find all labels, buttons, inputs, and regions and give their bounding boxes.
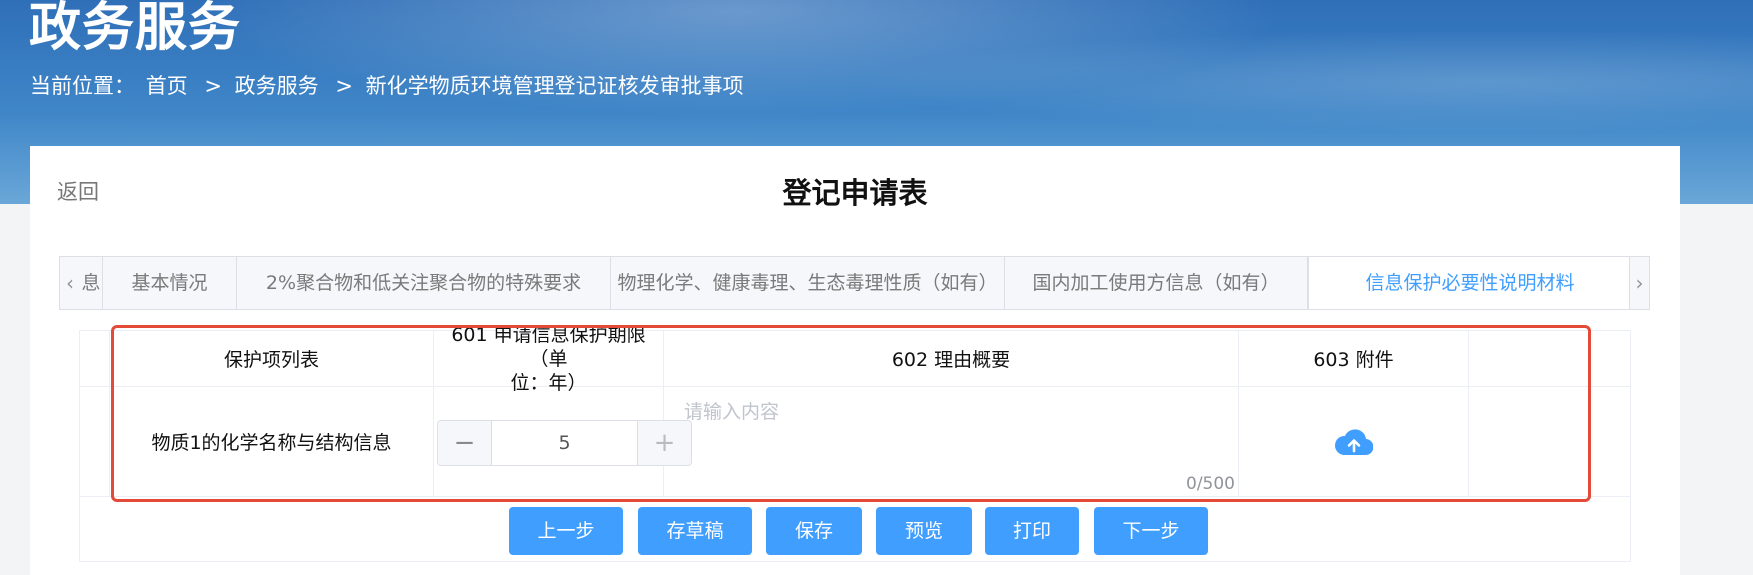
row-period-cell: − + [434,387,692,497]
prev-step-button[interactable]: 上一步 [509,507,623,555]
tab-bar: ‹ 息 基本情况 2%聚合物和低关注聚合物的特殊要求 物理化学、健康毒理、生态毒… [59,256,1650,310]
tab-partial[interactable]: 息 [80,257,103,309]
cloud-upload-icon[interactable] [1334,427,1373,457]
breadcrumb-home[interactable]: 首页 [146,74,188,98]
header-reason-summary: 602 理由概要 [664,331,1239,387]
breadcrumb-prefix: 当前位置： [30,74,135,98]
save-button[interactable]: 保存 [766,507,862,555]
row-attachment-cell [1239,387,1469,497]
protection-period-stepper: − + [437,420,692,466]
tab-polymer-requirements[interactable]: 2%聚合物和低关注聚合物的特殊要求 [237,257,611,309]
breadcrumb-separator: > [204,74,222,98]
table-spacer [1469,387,1630,497]
table-spacer [80,387,110,497]
tab-info-protection[interactable]: 信息保护必要性说明材料 [1308,257,1629,309]
header-protection-period: 601 申请信息保护期限（单 位：年） [434,324,664,394]
tab-physchem-tox[interactable]: 物理化学、健康毒理、生态毒理性质（如有） [611,257,1005,309]
breadcrumb: 当前位置： 首页 > 政务服务 > 新化学物质环境管理登记证核发审批事项 [30,72,748,100]
row-protection-item: 物质1的化学名称与结构信息 [110,387,434,497]
preview-button[interactable]: 预览 [876,507,972,555]
tab-basic-info[interactable]: 基本情况 [103,257,237,309]
row-reason-cell: 0/500 [664,387,1304,497]
tab-strip: 息 基本情况 2%聚合物和低关注聚合物的特殊要求 物理化学、健康毒理、生态毒理性… [80,257,1629,309]
page-title: 登记申请表 [782,176,928,210]
breadcrumb-gov-service[interactable]: 政务服务 [235,74,319,98]
page-banner-title: 政务服务 [29,0,242,58]
header-attachment: 603 附件 [1239,331,1469,387]
breadcrumb-separator: > [335,74,353,98]
breadcrumb-current: 新化学物质环境管理登记证核发审批事项 [365,74,744,98]
tab-domestic-processors[interactable]: 国内加工使用方信息（如有） [1005,257,1308,309]
save-draft-button[interactable]: 存草稿 [638,507,752,555]
tab-scroll-left-icon[interactable]: ‹ [60,257,80,309]
protection-period-input[interactable] [492,421,637,465]
print-button[interactable]: 打印 [985,507,1079,555]
tab-scroll-right-icon[interactable]: › [1629,257,1649,309]
header-period-line1: 601 申请信息保护期限（单 [451,323,646,370]
next-step-button[interactable]: 下一步 [1094,507,1208,555]
stepper-decrease-button[interactable]: − [438,421,492,465]
char-count: 0/500 [1186,474,1235,494]
table-spacer [80,331,110,387]
header-protection-list: 保护项列表 [110,331,434,387]
table-spacer [1469,331,1630,387]
